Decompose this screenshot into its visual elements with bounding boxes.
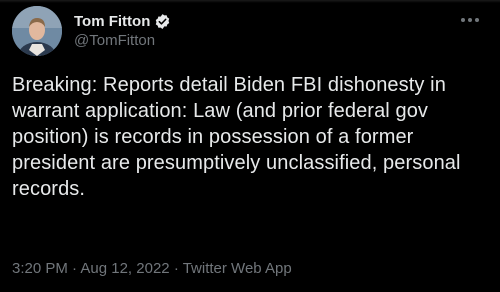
handle[interactable]: @TomFitton <box>74 32 171 49</box>
author-block: Tom Fitton @TomFitton <box>74 11 171 49</box>
tweet-text: Breaking: Reports detail Biden FBI disho… <box>12 74 461 200</box>
tweet-time[interactable]: 3:20 PM <box>12 260 68 277</box>
display-name[interactable]: Tom Fitton <box>74 13 150 30</box>
name-row: Tom Fitton <box>74 11 171 31</box>
meta-separator-2: · <box>173 260 179 277</box>
tweet-date[interactable]: Aug 12, 2022 <box>80 260 169 277</box>
verified-badge-icon <box>154 13 171 30</box>
top-edge <box>0 0 500 3</box>
meta-separator-1: · <box>72 260 78 277</box>
tweet-meta: 3:20 PM · Aug 12, 2022 · Twitter Web App <box>12 260 292 277</box>
avatar[interactable] <box>12 6 62 56</box>
tweet-source[interactable]: Twitter Web App <box>183 260 292 277</box>
tweet: Tom Fitton @TomFitton Breaking: Reports … <box>0 0 500 292</box>
more-options-icon[interactable] <box>458 10 482 30</box>
avatar-image <box>12 6 62 56</box>
